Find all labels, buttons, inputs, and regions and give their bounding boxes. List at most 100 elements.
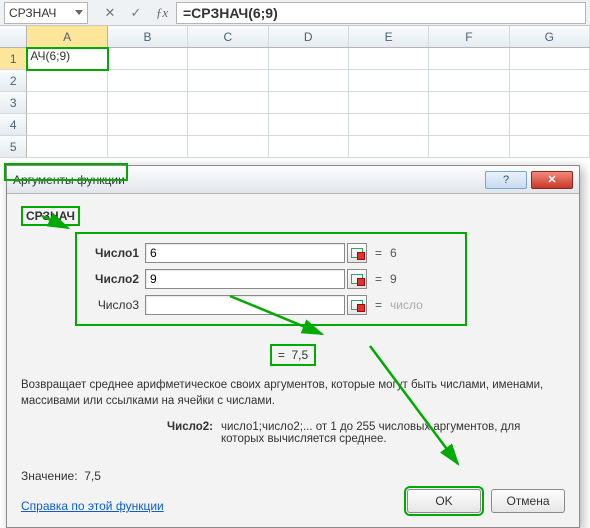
equals-sign: =	[278, 348, 285, 362]
cell[interactable]	[349, 70, 429, 92]
grid-row: 2	[0, 70, 590, 92]
argument-evaluated: 9	[390, 272, 397, 286]
range-selector-button[interactable]	[347, 295, 367, 315]
argument-row: Число3 = число	[85, 292, 457, 318]
cell[interactable]	[108, 136, 188, 158]
cell[interactable]	[188, 92, 268, 114]
cell[interactable]	[108, 70, 188, 92]
fx-icon[interactable]: ƒx	[154, 5, 170, 21]
range-selector-button[interactable]	[347, 243, 367, 263]
ok-label: OK	[435, 494, 452, 508]
cell[interactable]	[429, 48, 509, 70]
argument-input-1[interactable]	[145, 243, 345, 263]
help-icon: ?	[503, 174, 509, 186]
argument-label: Число1	[85, 246, 145, 260]
cancel-icon[interactable]: ✕	[102, 5, 118, 21]
dialog-titlebar[interactable]: Аргументы функции ? ✕	[7, 166, 579, 194]
formula-bar-icons: ✕ ✓ ƒx	[102, 5, 170, 21]
select-all-corner[interactable]	[0, 26, 27, 47]
cell[interactable]	[27, 136, 107, 158]
argument-input-2[interactable]	[145, 269, 345, 289]
result-value: 7,5	[292, 348, 309, 362]
equals-sign: =	[375, 298, 382, 312]
cell[interactable]	[429, 70, 509, 92]
accept-icon[interactable]: ✓	[128, 5, 144, 21]
cell[interactable]	[27, 70, 107, 92]
argument-description-text: число1;число2;... от 1 до 255 числовых а…	[221, 421, 565, 445]
cell[interactable]	[188, 48, 268, 70]
grid-row: 5	[0, 136, 590, 158]
cell[interactable]	[27, 92, 107, 114]
grid-row: 3	[0, 92, 590, 114]
row-header[interactable]: 1	[0, 48, 27, 70]
column-header[interactable]: F	[429, 26, 509, 47]
cell[interactable]	[429, 136, 509, 158]
cell[interactable]	[188, 70, 268, 92]
cell[interactable]	[269, 70, 349, 92]
cell[interactable]	[108, 48, 188, 70]
grid-row: 1 АЧ(6;9)	[0, 48, 590, 70]
cell[interactable]	[510, 70, 590, 92]
column-header[interactable]: G	[510, 26, 590, 47]
value-result: 7,5	[84, 469, 101, 483]
row-header[interactable]: 3	[0, 92, 27, 114]
function-arguments-dialog: Аргументы функции ? ✕ СРЗНАЧ Число1 = 6 …	[6, 165, 580, 528]
argument-row: Число2 = 9	[85, 266, 457, 292]
cell-a1[interactable]: АЧ(6;9)	[27, 48, 107, 70]
formula-input[interactable]: =СРЗНАЧ(6;9)	[176, 2, 586, 24]
name-box[interactable]: СРЗНАЧ	[4, 2, 88, 24]
cell[interactable]	[349, 114, 429, 136]
function-name: СРЗНАЧ	[21, 206, 80, 226]
cell[interactable]	[108, 92, 188, 114]
arguments-block: Число1 = 6 Число2 = 9 Число3 = число	[75, 232, 467, 326]
cell[interactable]	[269, 92, 349, 114]
grid-row: 4	[0, 114, 590, 136]
cancel-button[interactable]: Отмена	[491, 489, 565, 513]
range-selector-icon	[351, 248, 363, 258]
row-header[interactable]: 5	[0, 136, 27, 158]
dialog-title: Аргументы функции	[13, 173, 481, 187]
cell[interactable]	[510, 48, 590, 70]
column-headers-row: A B C D E F G	[0, 26, 590, 48]
cell[interactable]	[269, 114, 349, 136]
cell[interactable]	[27, 114, 107, 136]
column-header[interactable]: A	[27, 26, 107, 47]
column-header[interactable]: E	[349, 26, 429, 47]
cell[interactable]	[349, 48, 429, 70]
column-header[interactable]: B	[108, 26, 188, 47]
equals-sign: =	[375, 272, 382, 286]
cell[interactable]	[510, 92, 590, 114]
argument-input-3[interactable]	[145, 295, 345, 315]
spreadsheet-grid: A B C D E F G 1 АЧ(6;9) 2 3 4 5	[0, 26, 590, 158]
row-header[interactable]: 2	[0, 70, 27, 92]
argument-label: Число3	[85, 298, 145, 312]
name-box-dropdown-icon[interactable]	[75, 10, 83, 15]
dialog-body: СРЗНАЧ Число1 = 6 Число2 = 9 Число3 =	[7, 194, 579, 527]
cell[interactable]	[510, 114, 590, 136]
dialog-help-button[interactable]: ?	[485, 171, 527, 189]
dialog-close-button[interactable]: ✕	[531, 171, 573, 189]
range-selector-icon	[351, 274, 363, 284]
cell[interactable]	[429, 92, 509, 114]
cell[interactable]	[349, 92, 429, 114]
column-header[interactable]: D	[269, 26, 349, 47]
argument-description-label: Число2:	[21, 421, 221, 445]
cell[interactable]	[349, 136, 429, 158]
row-header[interactable]: 4	[0, 114, 27, 136]
close-icon: ✕	[547, 173, 556, 186]
function-help-link[interactable]: Справка по этой функции	[21, 499, 164, 513]
cell[interactable]	[429, 114, 509, 136]
cell[interactable]	[269, 136, 349, 158]
dialog-buttons: OK Отмена	[407, 489, 565, 513]
cell[interactable]	[269, 48, 349, 70]
column-header[interactable]: C	[188, 26, 268, 47]
cell[interactable]	[188, 114, 268, 136]
ok-button[interactable]: OK	[407, 489, 481, 513]
cell[interactable]	[108, 114, 188, 136]
cell[interactable]	[188, 136, 268, 158]
argument-label: Число2	[85, 272, 145, 286]
cell[interactable]	[510, 136, 590, 158]
formula-text: =СРЗНАЧ(6;9)	[183, 5, 278, 21]
range-selector-icon	[351, 300, 363, 310]
range-selector-button[interactable]	[347, 269, 367, 289]
